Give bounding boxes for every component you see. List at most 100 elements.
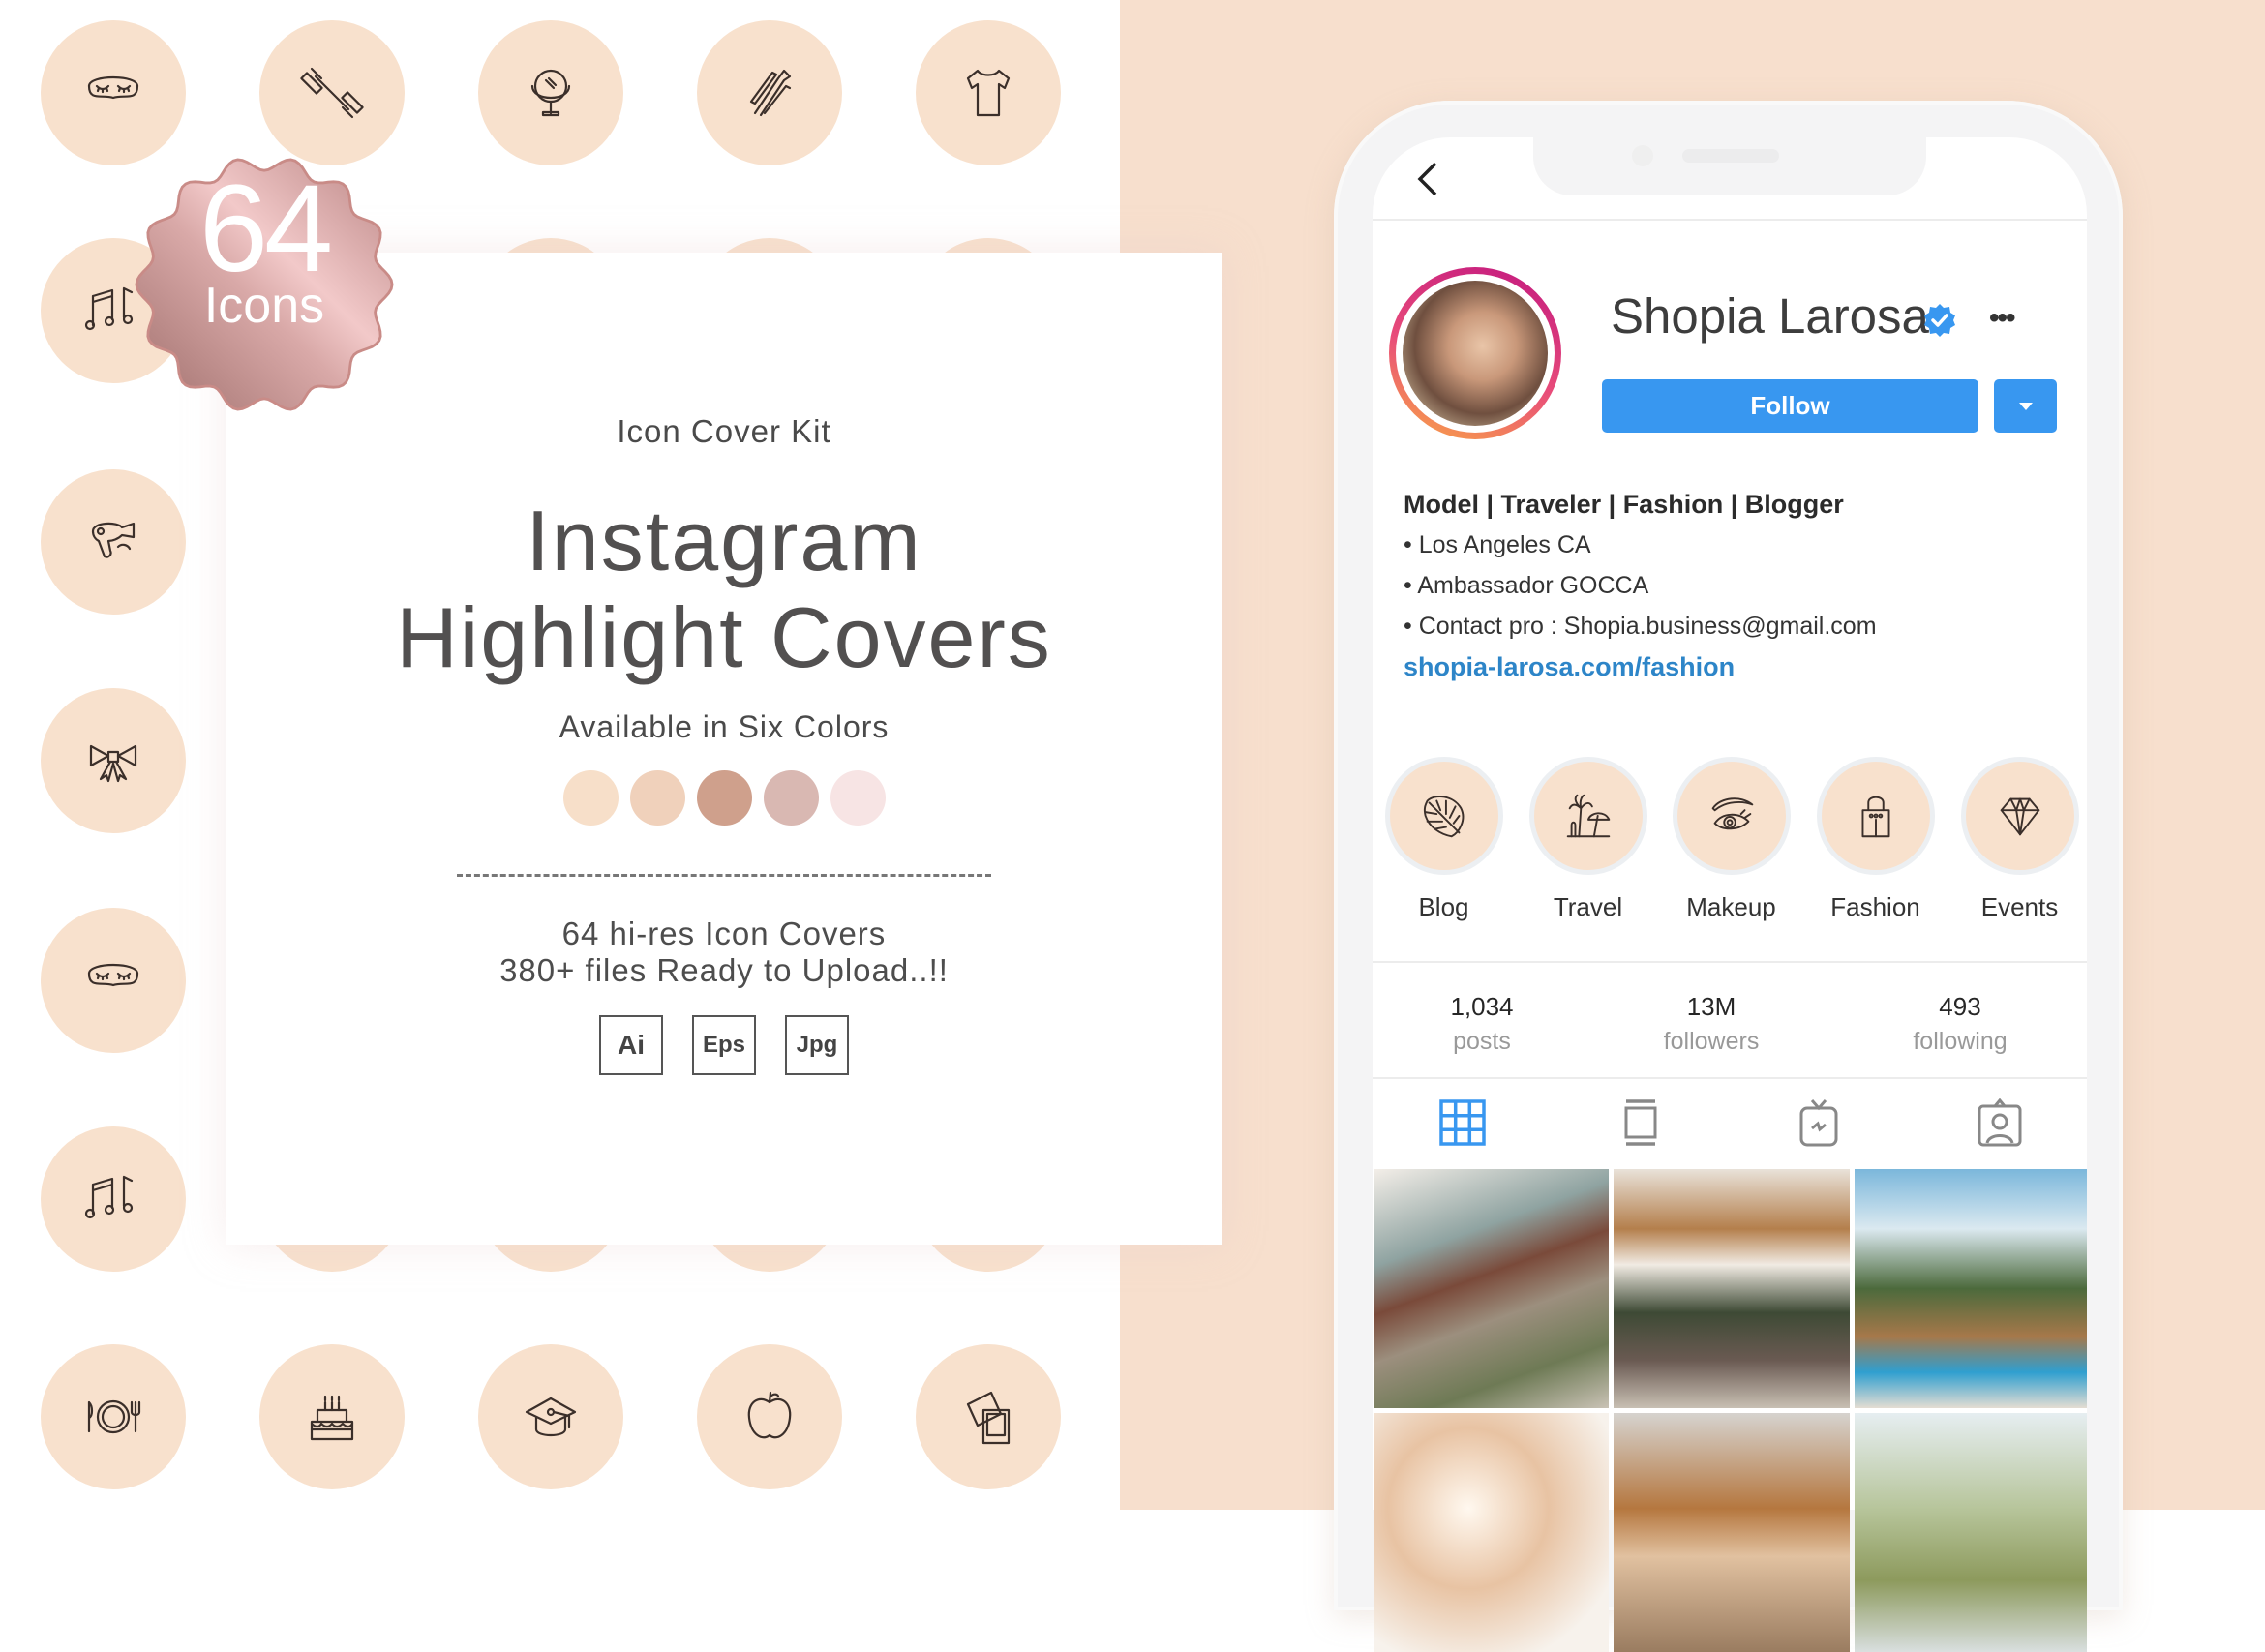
features-text: 64 hi-res Icon Covers 380+ files Ready t… (226, 916, 1222, 989)
color-swatch (830, 770, 886, 826)
highlight-label: Makeup (1686, 892, 1776, 921)
icon-cover-tshirt (916, 20, 1061, 165)
highlight-label: Blog (1418, 892, 1469, 921)
suggestions-dropdown-button[interactable] (1994, 379, 2057, 433)
stat-value: 13M (1686, 992, 1736, 1021)
available-colors-label: Available in Six Colors (559, 709, 890, 744)
badge-text: 64 Icons (127, 160, 402, 334)
highlight-blog[interactable]: Blog (1383, 757, 1504, 922)
icon-cover-sleep-mask (41, 908, 186, 1053)
color-swatches (226, 770, 1222, 826)
highlight-events[interactable]: Events (1959, 757, 2080, 922)
tshirt-icon (966, 69, 1011, 117)
grid-icon[interactable] (1438, 1098, 1487, 1147)
highlight-makeup[interactable]: Makeup (1671, 757, 1792, 922)
photo-woman-hat-bicycles[interactable] (1614, 1169, 1850, 1408)
makeup-brushes-icon (749, 69, 792, 117)
caret-down-icon (2018, 402, 2033, 410)
stat-value: 493 (1939, 992, 1981, 1021)
phone-notch (1533, 137, 1926, 195)
photo-woman-brown-hat[interactable] (1614, 1413, 1850, 1652)
stats-divider-bottom (1373, 1077, 2087, 1079)
profile-name: Shopia Larosa (1611, 288, 1929, 344)
highlight-travel[interactable]: Travel (1527, 757, 1648, 922)
bio-headline: Model | Traveler | Fashion | Blogger (1404, 490, 1844, 519)
file-formats: Ai Eps Jpg (226, 1015, 1222, 1075)
more-options-icon[interactable]: ••• (1989, 302, 2015, 335)
photo-woman-sunlight[interactable] (1374, 1413, 1609, 1652)
stat-label: followers (1663, 1028, 1760, 1055)
bio-line: • Contact pro : Shopia.business@gmail.co… (1404, 613, 1877, 640)
feed-icon[interactable] (1616, 1098, 1665, 1147)
photo-palm-pool-resort[interactable] (1855, 1169, 2087, 1408)
icon-cover-sleep-mask (41, 20, 186, 165)
bow-icon (89, 744, 137, 783)
badge-label: Icons (203, 278, 325, 334)
tagged-icon[interactable] (1976, 1098, 2024, 1147)
title-line-1: Instagram (526, 493, 922, 588)
bio: Model | Traveler | Fashion | Blogger • L… (1404, 484, 1877, 687)
icon-cover-music-notes (41, 1126, 186, 1272)
avatar[interactable] (1403, 281, 1548, 426)
stat-label: posts (1453, 1028, 1511, 1055)
stat-followers[interactable]: 13M followers (1615, 992, 1808, 1056)
igtv-icon[interactable] (1795, 1098, 1843, 1147)
mirror-icon (530, 69, 571, 117)
dumbbell-icon (300, 67, 364, 119)
hair-dryer-icon (91, 522, 136, 558)
color-swatch (696, 770, 752, 826)
bio-line: • Los Angeles CA (1404, 531, 1591, 558)
icon-cover-cake (259, 1344, 405, 1489)
sleep-mask-icon (87, 964, 139, 987)
icon-cover-mirror (478, 20, 623, 165)
highlight-label: Fashion (1830, 892, 1920, 921)
stat-value: 1,034 (1450, 992, 1514, 1021)
photo-palm-tree-sky[interactable] (1855, 1413, 2087, 1652)
plate-cutlery-icon (87, 1399, 141, 1434)
monstera-leaf-icon (1423, 796, 1464, 838)
badge-number: 64 (198, 160, 333, 298)
shopping-bag-icon (1861, 796, 1889, 838)
cake-icon (310, 1395, 354, 1441)
stat-label: following (1913, 1028, 2008, 1055)
icon-cover-apple (697, 1344, 842, 1489)
apple-icon (747, 1391, 792, 1439)
photos-icon (966, 1391, 1011, 1445)
color-swatch (562, 770, 619, 826)
eye-brow-icon (1711, 797, 1753, 830)
stat-posts[interactable]: 1,034 posts (1385, 992, 1579, 1056)
icon-cover-photos (916, 1344, 1061, 1489)
highlight-label: Events (1980, 892, 2059, 921)
photo-grid (1374, 1169, 2087, 1652)
header-divider (1373, 219, 2087, 221)
icon-cover-dumbbell (259, 20, 405, 165)
photo-tiled-doorway[interactable] (1374, 1169, 1609, 1408)
color-swatch (629, 770, 685, 826)
highlight-label: Travel (1553, 892, 1623, 921)
back-arrow-icon[interactable] (1408, 158, 1447, 200)
verified-badge-icon (1924, 304, 1955, 337)
dashed-divider (457, 874, 991, 877)
icon-cover-makeup-brushes (697, 20, 842, 165)
format-badge-ai: Ai (599, 1015, 663, 1075)
stats-divider-top (1373, 961, 2087, 963)
icon-cover-hair-dryer (41, 469, 186, 615)
color-swatch (763, 770, 819, 826)
feature-line-1: 64 hi-res Icon Covers (561, 916, 887, 951)
feature-line-2: 380+ files Ready to Upload..!! (499, 952, 949, 988)
icon-cover-graduation-cap (478, 1344, 623, 1489)
diamond-icon (2000, 797, 2039, 836)
sleep-mask-icon (87, 76, 139, 100)
music-notes-icon (84, 1175, 134, 1219)
phone-camera (1632, 145, 1653, 166)
stat-following[interactable]: 493 following (1863, 992, 2057, 1056)
product-title: Instagram Highlight Covers (226, 493, 1222, 686)
bio-line: • Ambassador GOCCA (1404, 572, 1649, 599)
website-link[interactable]: shopia-larosa.com/fashion (1404, 646, 1877, 687)
graduation-cap-icon (525, 1397, 577, 1437)
highlight-fashion[interactable]: Fashion (1815, 757, 1936, 922)
icon-cover-plate-cutlery (41, 1344, 186, 1489)
phone-speaker (1682, 149, 1779, 163)
follow-button[interactable]: Follow (1602, 379, 1978, 433)
icon-cover-bow (41, 688, 186, 833)
